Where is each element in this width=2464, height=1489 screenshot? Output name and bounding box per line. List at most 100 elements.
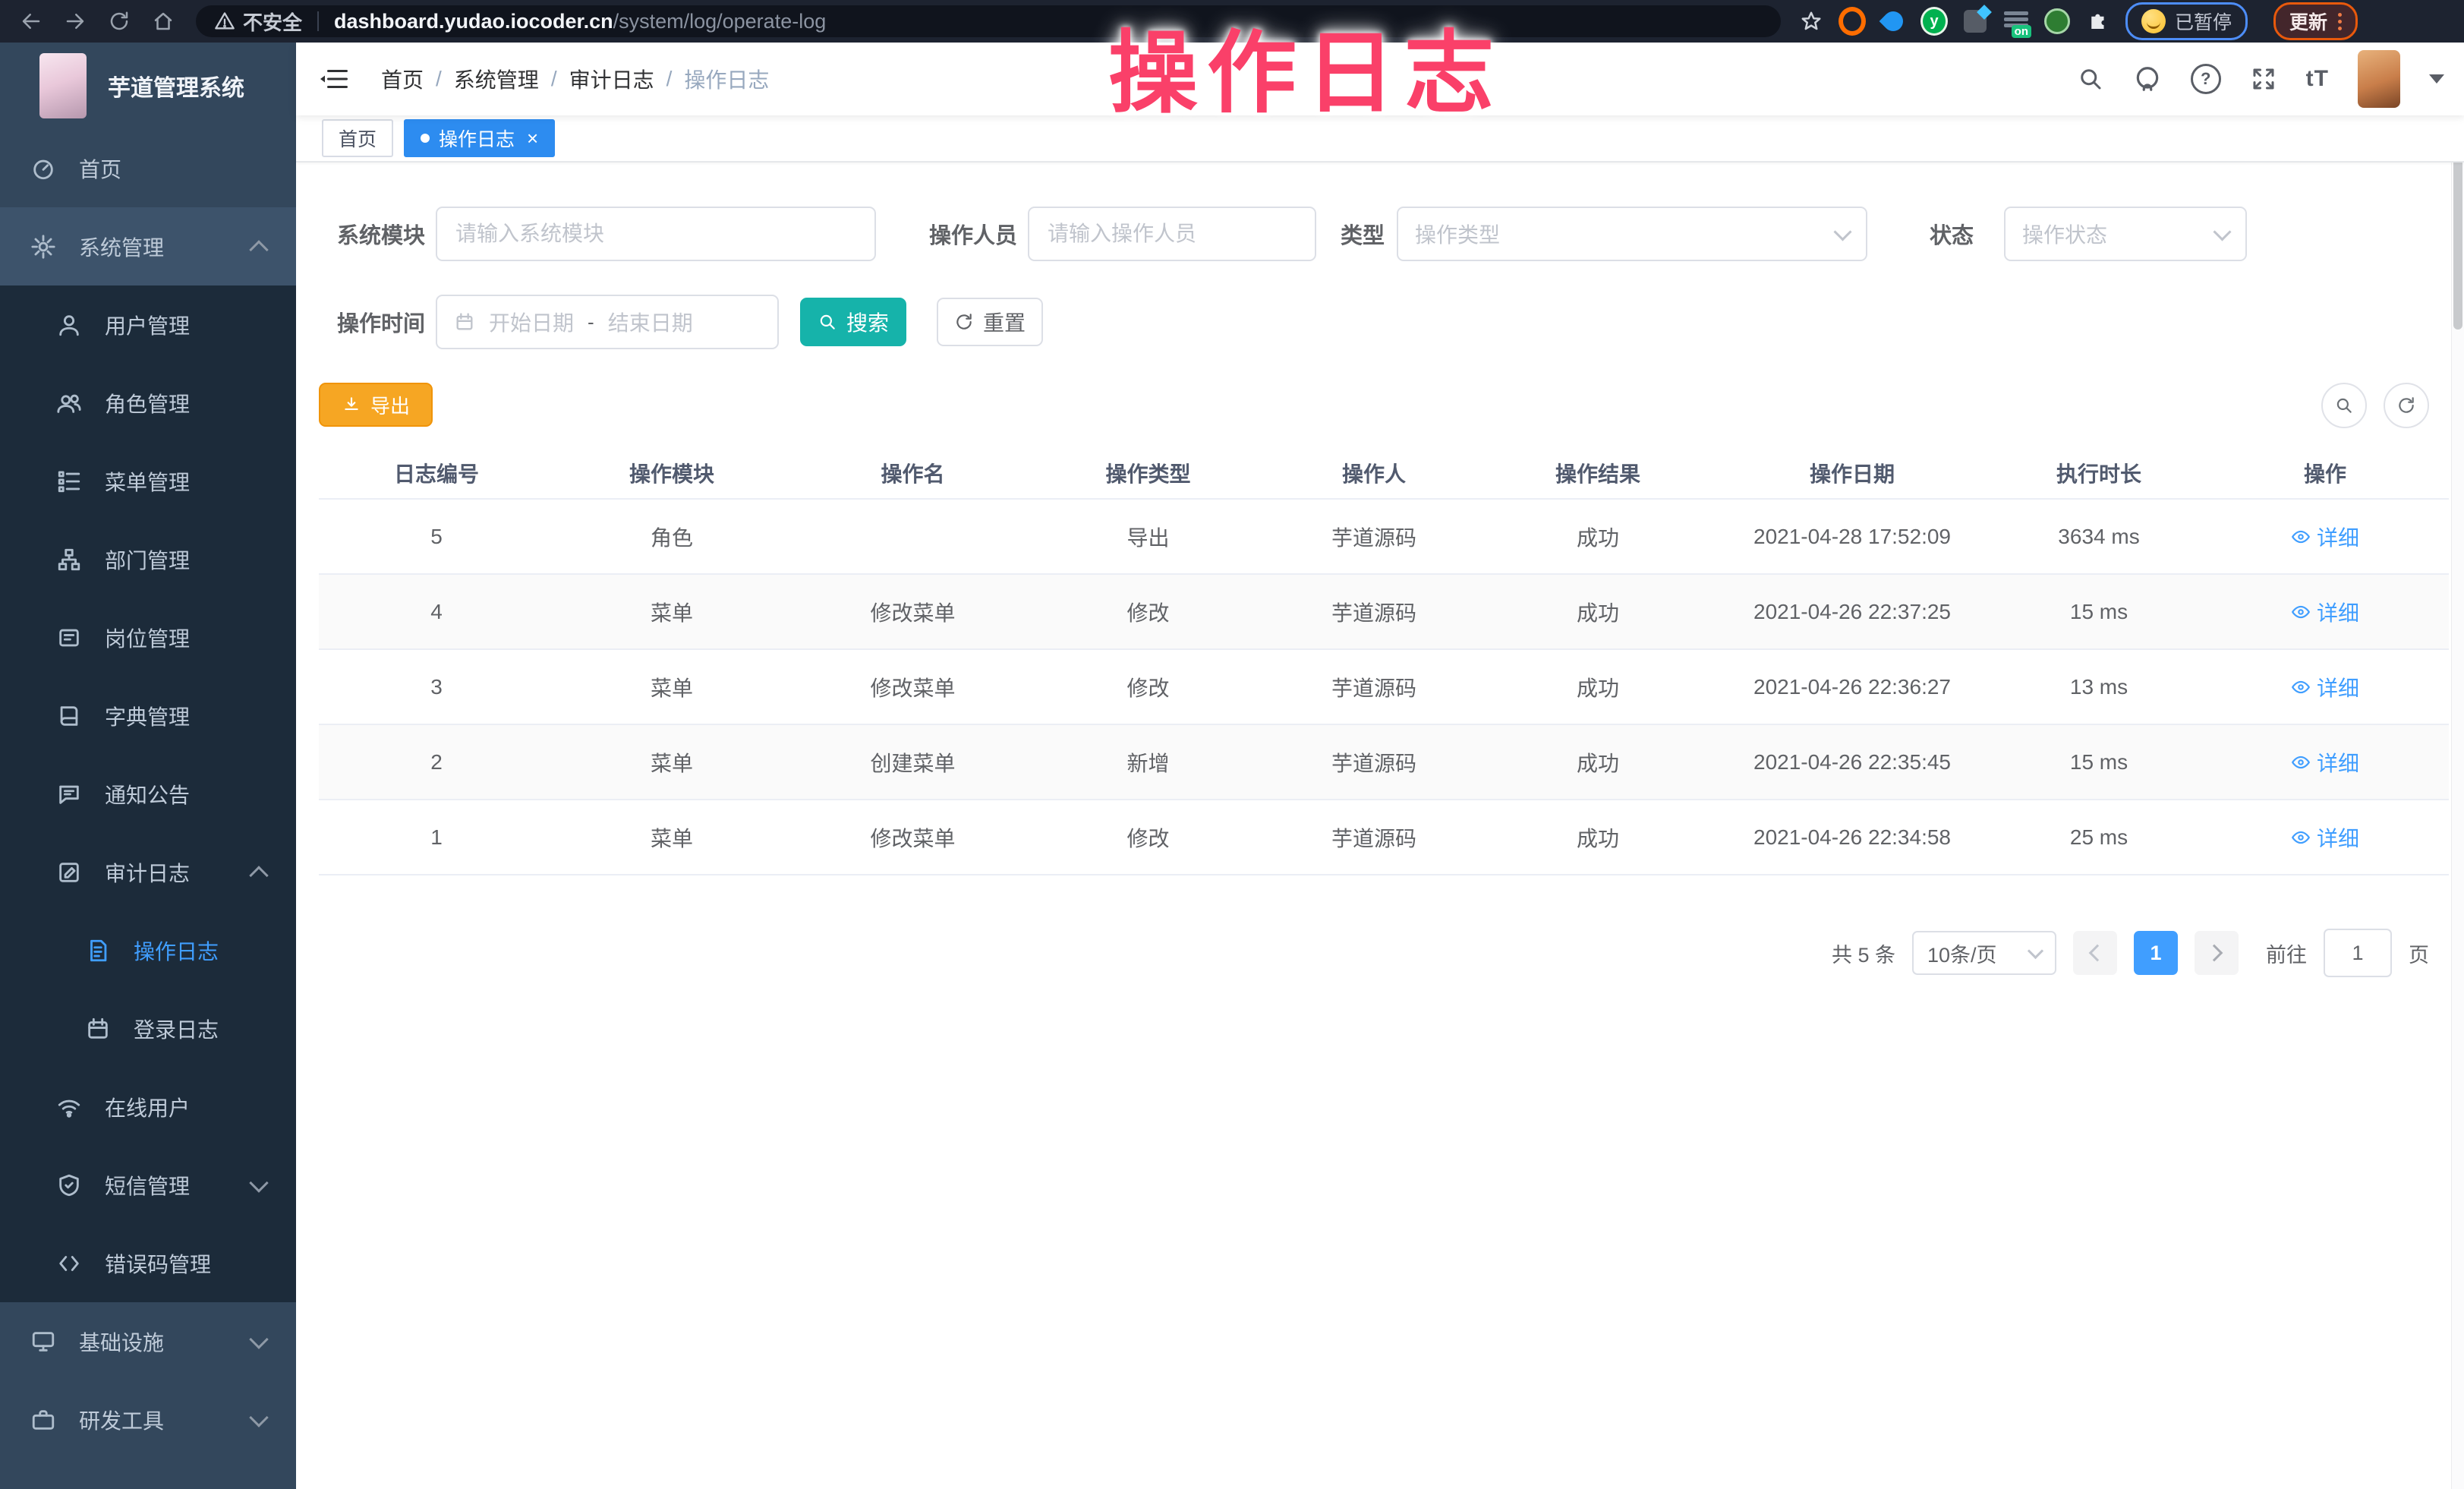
- browser-reload-icon[interactable]: [106, 8, 132, 34]
- breadcrumb-home[interactable]: 首页: [381, 64, 424, 94]
- sidebar-item-dict-management[interactable]: 字典管理: [0, 677, 296, 755]
- module-input-field[interactable]: [454, 221, 858, 247]
- module-input[interactable]: [436, 207, 876, 261]
- detail-link[interactable]: 详细: [2291, 597, 2359, 627]
- chevron-down-icon: [249, 1408, 268, 1427]
- status-select[interactable]: 操作状态: [2004, 207, 2247, 261]
- page-number-1[interactable]: 1: [2134, 931, 2178, 975]
- bookmark-star-icon[interactable]: [1798, 8, 1825, 35]
- table-row: 1 菜单 修改菜单 修改 芋道源码 成功 2021-04-26 22:34:58…: [319, 800, 2449, 875]
- monitor-icon: [30, 1329, 56, 1355]
- sidebar-item-home[interactable]: 首页: [0, 129, 296, 207]
- operator-input[interactable]: [1028, 207, 1316, 261]
- refresh-icon: [954, 312, 974, 332]
- avatar-caret-down-icon[interactable]: [2429, 74, 2444, 84]
- table-row: 3 菜单 修改菜单 修改 芋道源码 成功 2021-04-26 22:36:27…: [319, 650, 2449, 725]
- date-end[interactable]: 结束日期: [608, 307, 693, 337]
- address-bar[interactable]: 不安全 dashboard.yudao.iocoder.cn/system/lo…: [196, 5, 1781, 37]
- profile-paused-badge[interactable]: 已暂停: [2125, 2, 2248, 40]
- breadcrumb-audit-log[interactable]: 审计日志: [569, 64, 654, 94]
- vertical-scrollbar[interactable]: [2451, 43, 2464, 1489]
- warning-icon: [214, 11, 235, 32]
- dictionary-icon: [56, 703, 82, 729]
- sidebar-item-online-users[interactable]: 在线用户: [0, 1068, 296, 1146]
- tag-home[interactable]: 首页: [322, 119, 393, 157]
- eye-icon: [2291, 527, 2311, 547]
- extension-tabs-on-icon[interactable]: on: [2002, 8, 2030, 35]
- sidebar-item-operate-log[interactable]: 操作日志: [0, 911, 296, 989]
- chevron-down-icon: [2028, 942, 2043, 958]
- browser-back-icon[interactable]: [18, 8, 44, 34]
- export-button[interactable]: 导出: [319, 383, 433, 427]
- app-header: 首页 / 系统管理 / 审计日志 / 操作日志 ? tT: [296, 43, 2464, 115]
- sidebar-item-post-management[interactable]: 岗位管理: [0, 598, 296, 677]
- browser-chrome: 不安全 dashboard.yudao.iocoder.cn/system/lo…: [0, 0, 2464, 43]
- refresh-icon: [2396, 396, 2416, 415]
- sidebar-item-dev-tools[interactable]: 研发工具: [0, 1380, 296, 1459]
- toggle-search-button[interactable]: [2321, 383, 2367, 428]
- github-icon[interactable]: [2133, 65, 2162, 93]
- chevron-down-icon: [1833, 222, 1851, 241]
- app-logo[interactable]: 芋道管理系统: [0, 43, 296, 129]
- table-row: 4 菜单 修改菜单 修改 芋道源码 成功 2021-04-26 22:37:25…: [319, 575, 2449, 650]
- sidebar-item-dept-management[interactable]: 部门管理: [0, 520, 296, 598]
- sidebar: 芋道管理系统 首页 系统管理 用户管理 角色管理 菜单管理: [0, 43, 296, 1489]
- operator-label: 操作人员: [911, 218, 1017, 250]
- reset-button[interactable]: 重置: [937, 298, 1043, 346]
- tag-close-icon[interactable]: ×: [527, 127, 538, 150]
- extension-orange-ring-icon[interactable]: [1839, 8, 1866, 35]
- sidebar-item-role-management[interactable]: 角色管理: [0, 364, 296, 442]
- detail-link[interactable]: 详细: [2291, 522, 2359, 552]
- collapse-sidebar-icon[interactable]: [317, 65, 351, 93]
- browser-update-button[interactable]: 更新: [2273, 2, 2358, 40]
- sidebar-item-sms-management[interactable]: 短信管理: [0, 1146, 296, 1224]
- extension-sprout-icon[interactable]: [2043, 8, 2071, 35]
- search-icon[interactable]: [2077, 65, 2104, 93]
- search-button[interactable]: 搜索: [800, 298, 906, 346]
- fullscreen-icon[interactable]: [2250, 65, 2277, 93]
- font-size-icon[interactable]: tT: [2306, 66, 2329, 92]
- date-start[interactable]: 开始日期: [489, 307, 574, 337]
- page-size-select[interactable]: 10条/页: [1912, 931, 2056, 975]
- status-label: 状态: [1928, 218, 1974, 250]
- date-range-picker[interactable]: 开始日期 - 结束日期: [436, 295, 779, 349]
- tag-operate-log[interactable]: 操作日志 ×: [404, 119, 555, 157]
- detail-link[interactable]: 详细: [2291, 747, 2359, 778]
- url-path: /system/log/operate-log: [613, 10, 827, 33]
- user-icon: [56, 312, 82, 338]
- goto-page-input[interactable]: [2324, 929, 2392, 977]
- browser-home-icon[interactable]: [150, 8, 176, 34]
- sidebar-item-infrastructure[interactable]: 基础设施: [0, 1302, 296, 1380]
- breadcrumb-system[interactable]: 系统管理: [454, 64, 539, 94]
- table-row: 2 菜单 创建菜单 新增 芋道源码 成功 2021-04-26 22:35:45…: [319, 725, 2449, 800]
- browser-menu-icon[interactable]: [2338, 13, 2342, 30]
- chevron-down-icon: [2213, 222, 2231, 241]
- page-unit: 页: [2409, 939, 2429, 968]
- sidebar-item-notice[interactable]: 通知公告: [0, 755, 296, 833]
- sidebar-item-menu-management[interactable]: 菜单管理: [0, 442, 296, 520]
- security-status[interactable]: 不安全: [214, 8, 302, 36]
- prev-page-button[interactable]: [2073, 931, 2117, 975]
- extension-blue-drop-icon[interactable]: [1880, 8, 1907, 35]
- sidebar-item-audit-log[interactable]: 审计日志: [0, 833, 296, 911]
- filter-row-1: 系统模块 操作人员 类型 操作类型 状态 操作状态: [319, 207, 2449, 261]
- extension-green-y-icon[interactable]: y: [1920, 8, 1948, 35]
- help-icon[interactable]: ?: [2191, 64, 2221, 94]
- detail-link[interactable]: 详细: [2291, 672, 2359, 702]
- user-avatar[interactable]: [2358, 50, 2400, 108]
- update-label: 更新: [2289, 8, 2327, 35]
- operate-log-icon: [85, 938, 111, 964]
- browser-forward-icon[interactable]: [62, 8, 88, 34]
- extension-gem-icon[interactable]: [1961, 8, 1989, 35]
- extensions-puzzle-icon[interactable]: [2084, 8, 2112, 35]
- detail-link[interactable]: 详细: [2291, 822, 2359, 853]
- sidebar-item-error-code[interactable]: 错误码管理: [0, 1224, 296, 1302]
- refresh-table-button[interactable]: [2384, 383, 2429, 428]
- sidebar-item-login-log[interactable]: 登录日志: [0, 989, 296, 1068]
- next-page-button[interactable]: [2195, 931, 2239, 975]
- operator-input-field[interactable]: [1046, 221, 1298, 247]
- eye-icon: [2291, 752, 2311, 772]
- sidebar-item-system-management[interactable]: 系统管理: [0, 207, 296, 285]
- sidebar-item-user-management[interactable]: 用户管理: [0, 285, 296, 364]
- type-select[interactable]: 操作类型: [1397, 207, 1867, 261]
